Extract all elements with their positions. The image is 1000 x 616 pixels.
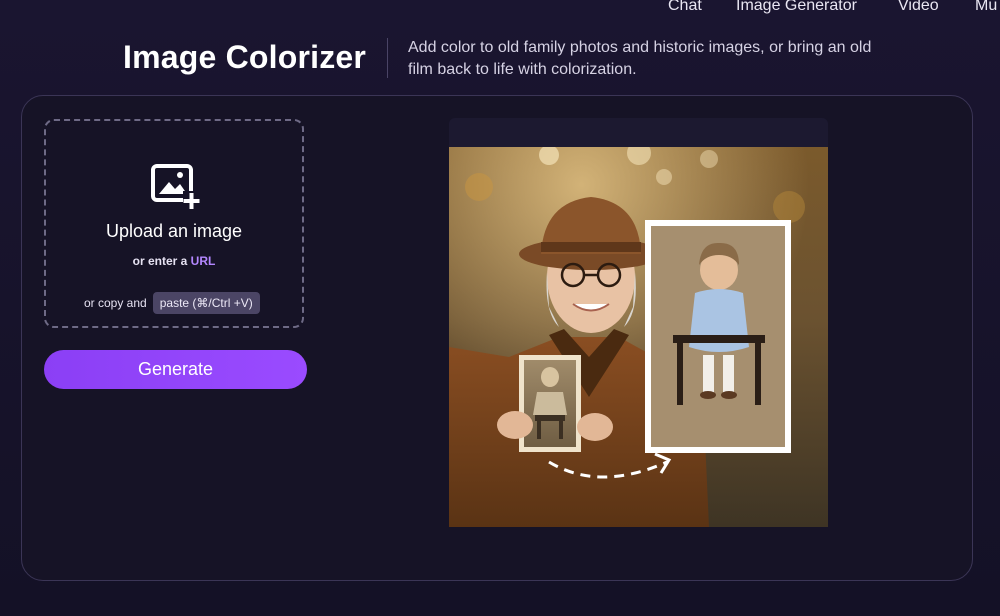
upload-dropzone[interactable]: Upload an image or enter a URL or copy a… [44, 119, 304, 328]
header-divider [387, 38, 388, 78]
image-add-icon [151, 164, 200, 209]
or-enter-text: or enter a [132, 254, 188, 268]
example-preview-image [449, 147, 828, 527]
page-subtitle: Add color to old family photos and histo… [408, 39, 872, 78]
paste-shortcut-chip: paste (⌘/Ctrl +V) [152, 292, 260, 314]
page-title: Image Colorizer [123, 39, 367, 75]
upload-label: Upload an image [105, 221, 243, 241]
url-link[interactable]: URL [191, 254, 216, 268]
generate-button[interactable]: Generate [44, 350, 307, 389]
paste-hint-row: or copy and paste (⌘/Ctrl +V) [84, 292, 260, 314]
nav-chat[interactable]: Chat [668, 0, 702, 15]
nav-music[interactable]: Mu [975, 0, 997, 15]
copy-prefix-text: or copy and [84, 296, 147, 310]
nav-image-generator[interactable]: Image Generator [736, 0, 857, 15]
or-enter-url-row: or enter a URL [46, 254, 302, 268]
top-navigation: Chat Image Generator Video Mu [668, 0, 1000, 18]
nav-video[interactable]: Video [898, 0, 939, 15]
preview-top-shade [449, 118, 828, 148]
colorization-example-illustration [449, 147, 828, 527]
